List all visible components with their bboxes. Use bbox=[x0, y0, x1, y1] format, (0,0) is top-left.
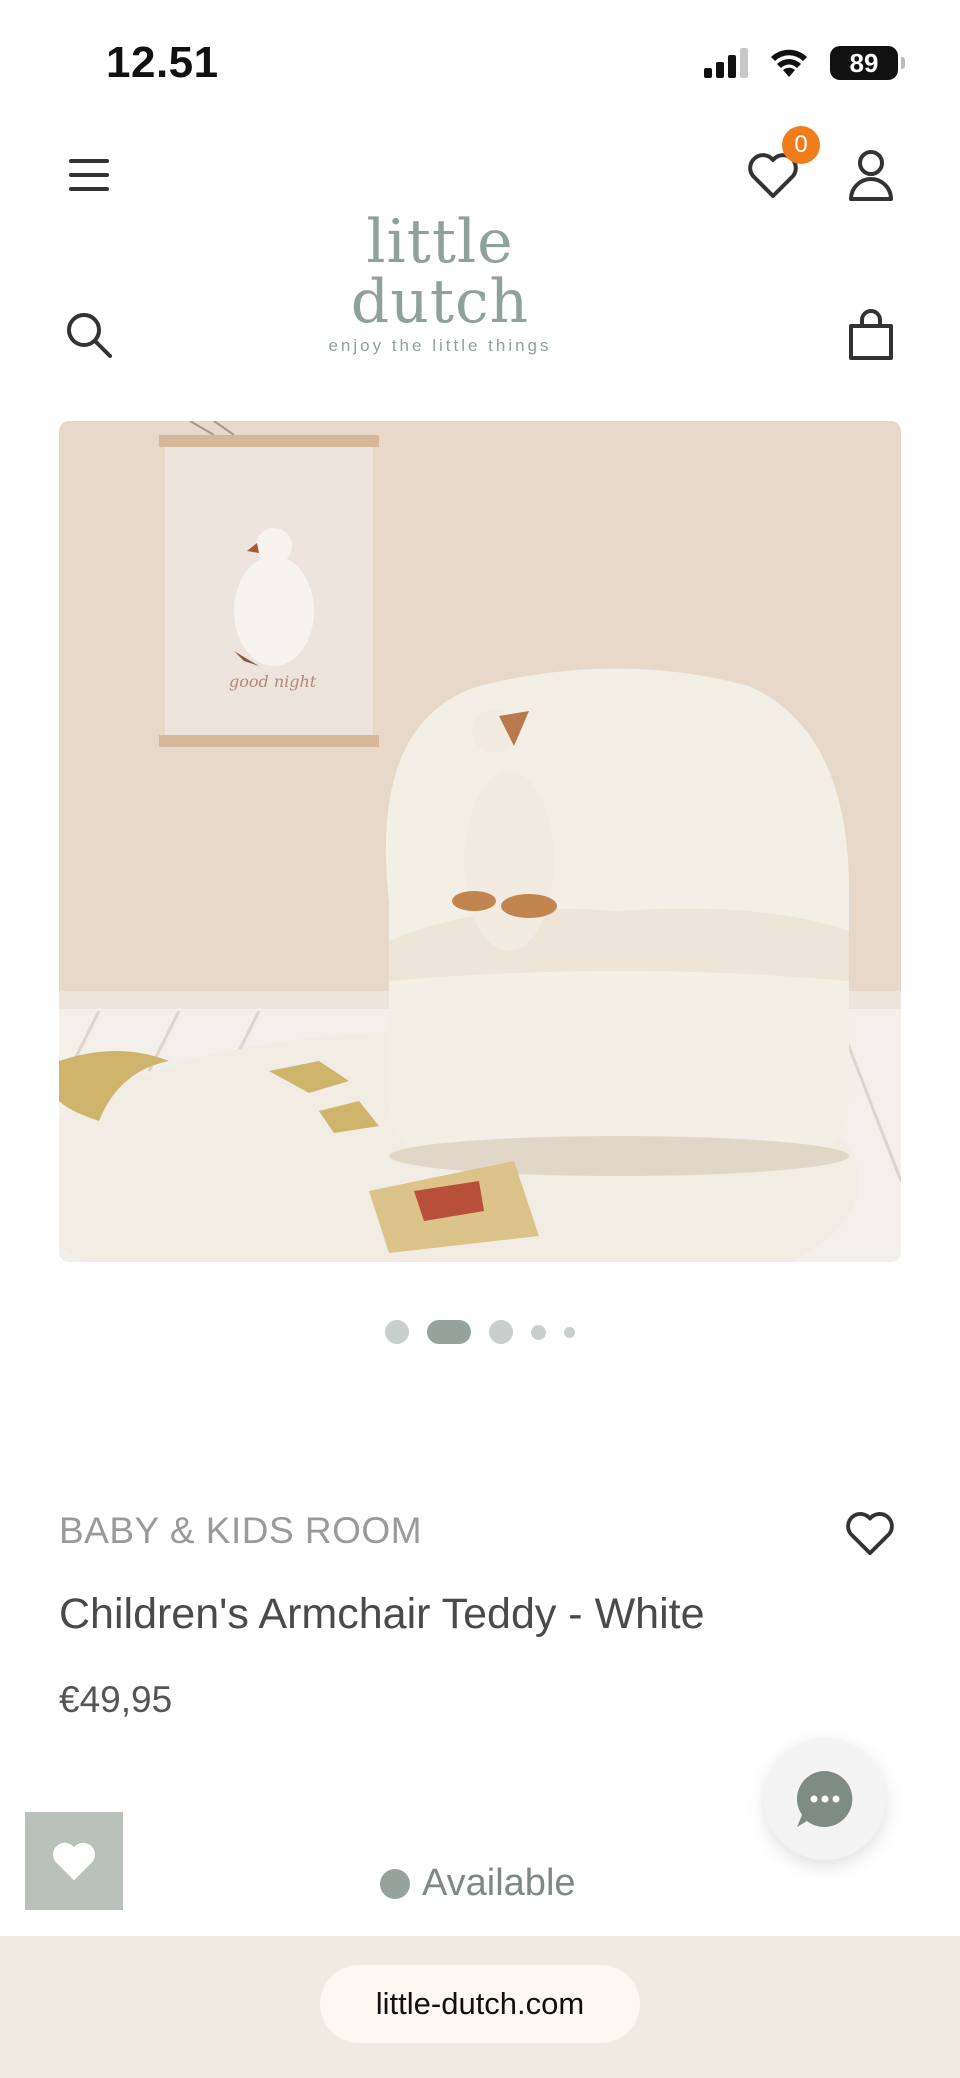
logo-tagline: enjoy the little things bbox=[328, 336, 552, 355]
chat-bubble-icon bbox=[796, 1771, 853, 1827]
product-category[interactable]: BABY & KIDS ROOM bbox=[59, 1510, 901, 1552]
search-button[interactable] bbox=[56, 302, 122, 368]
menu-icon bbox=[69, 159, 109, 191]
status-time: 12.51 bbox=[106, 38, 219, 87]
svg-text:good night: good night bbox=[229, 672, 317, 691]
search-icon bbox=[67, 313, 112, 358]
address-bar[interactable]: little-dutch.com bbox=[320, 1965, 640, 2043]
logo-wordmark: little dutch bbox=[350, 207, 530, 337]
gallery-dot[interactable] bbox=[489, 1320, 513, 1344]
availability-status: Available bbox=[380, 1862, 576, 1905]
signal-icon bbox=[704, 48, 748, 78]
site-logo[interactable]: little dutch enjoy the little things bbox=[270, 212, 610, 356]
wifi-icon bbox=[771, 49, 807, 77]
availability-dot bbox=[380, 1868, 410, 1899]
battery-indicator: 89 bbox=[830, 46, 905, 80]
heart-filled-icon bbox=[53, 1842, 95, 1881]
heart-icon bbox=[846, 1512, 894, 1556]
gallery-dot-active[interactable] bbox=[427, 1320, 471, 1344]
account-button[interactable] bbox=[838, 142, 904, 208]
site-header: 0 little dutch enjoy the little things bbox=[0, 120, 960, 380]
chat-button[interactable] bbox=[764, 1738, 886, 1860]
gallery-dot[interactable] bbox=[385, 1320, 409, 1344]
product-info: BABY & KIDS ROOM Children's Armchair Ted… bbox=[59, 1510, 901, 1721]
product-image[interactable]: good night bbox=[59, 421, 901, 1262]
product-price: €49,95 bbox=[59, 1679, 173, 1720]
browser-bottom-bar: little-dutch.com bbox=[0, 1936, 960, 2078]
status-icons: 89 bbox=[704, 46, 905, 80]
add-to-wishlist-button[interactable] bbox=[839, 1502, 901, 1564]
cart-button[interactable] bbox=[838, 302, 904, 368]
menu-button[interactable] bbox=[56, 142, 122, 208]
status-bar: 12.51 89 bbox=[0, 0, 960, 120]
gallery-pagination bbox=[0, 1320, 960, 1344]
product-photo-armchair: good night bbox=[59, 421, 901, 1262]
wishlist-side-tab[interactable] bbox=[25, 1812, 123, 1910]
gallery-dot[interactable] bbox=[531, 1324, 546, 1340]
user-icon bbox=[849, 150, 893, 201]
wishlist-count-badge: 0 bbox=[782, 126, 820, 164]
gallery-dot[interactable] bbox=[564, 1326, 575, 1338]
product-title: Children's Armchair Teddy - White bbox=[59, 1590, 705, 1638]
shopping-bag-icon bbox=[849, 309, 893, 360]
availability-text: Available bbox=[422, 1862, 576, 1904]
